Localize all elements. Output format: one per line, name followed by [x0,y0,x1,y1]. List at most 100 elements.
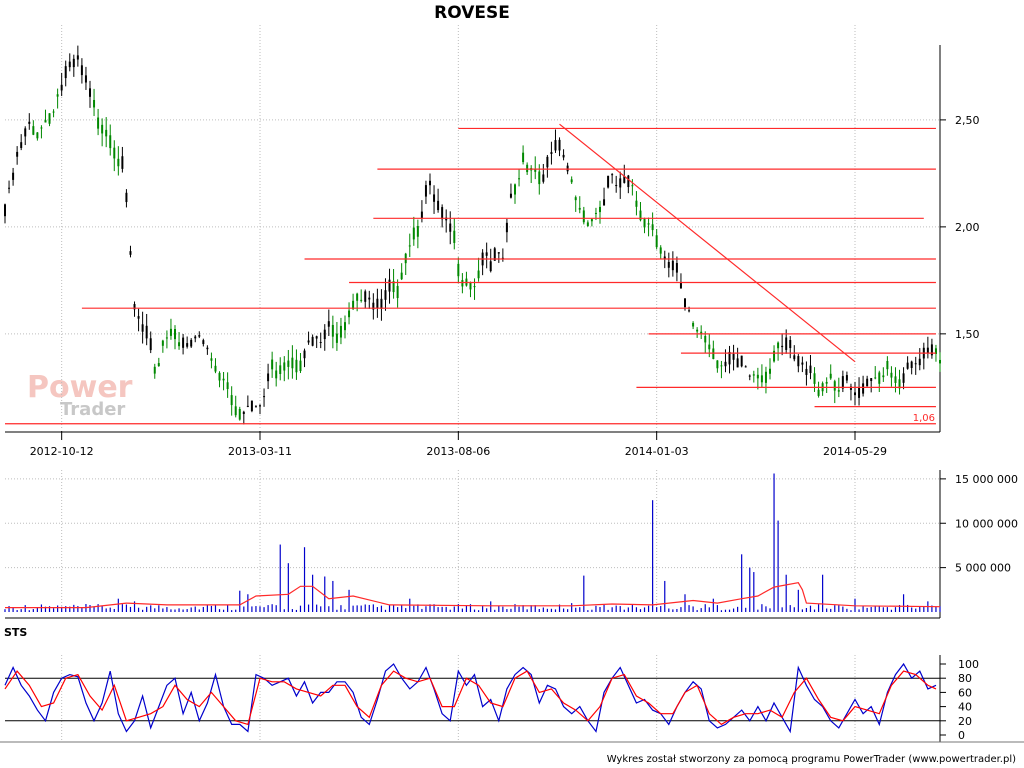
price-candle-body [226,382,229,390]
price-candle-body [631,185,634,187]
price-candle-body [732,353,735,360]
price-candle-body [797,356,800,367]
price-candle-body [643,218,646,228]
price-candle-body [886,360,889,370]
price-candle-body [72,58,75,68]
price-candle-body [348,310,351,318]
volume-y-tick-label: 15 000 000 [955,473,1018,486]
price-candle-body [554,140,557,151]
price-candle-body [384,290,387,300]
price-candle-body [526,164,529,173]
price-candle-body [376,298,379,309]
price-candle-body [287,360,290,367]
price-candle-body [635,200,638,207]
price-candle-body [688,310,691,312]
price-candle-body [165,337,168,339]
price-candle-body [825,381,828,384]
price-candle-body [32,126,35,135]
price-candle-body [914,363,917,365]
price-candle-body [68,61,71,68]
price-candle-body [890,372,893,378]
price-candle-body [457,263,460,277]
price-candle-body [461,280,464,287]
price-candle-body [627,175,630,188]
price-candle-body [542,174,545,182]
price-candle-body [360,299,363,301]
price-candle-body [760,375,763,383]
price-candle-body [522,152,525,163]
x-tick-label: 2013-03-11 [228,445,292,458]
price-candle-body [756,374,759,379]
price-candle-body [291,357,294,369]
price-candle-body [538,171,541,185]
price-candle-body [744,366,747,368]
price-candle-body [845,375,848,381]
price-candle-body [230,395,233,406]
price-candle-body [939,359,941,364]
price-candle-body [412,227,415,240]
price-candle-body [420,211,423,218]
price-candle-body [408,245,411,247]
price-candle-body [829,373,832,379]
price-candle-body [242,411,245,415]
price-candle-body [190,339,193,347]
price-candle-body [303,350,306,359]
price-candle-body [724,361,727,367]
price-candle-body [400,272,403,280]
price-candle-body [157,363,160,367]
price-candle-body [259,405,261,407]
price-candle-body [388,279,391,292]
sts-y-tick-label: 60 [958,686,972,699]
price-candle-body [809,365,812,374]
price-candle-body [708,344,711,350]
price-candle-body [93,99,96,108]
price-candle-body [4,204,6,217]
price-candle-body [210,358,213,361]
price-candle-body [109,135,112,149]
x-tick-label: 2012-10-12 [30,445,94,458]
price-candle-body [295,359,298,373]
sts-y-tick-label: 20 [958,715,972,728]
price-candle-body [182,337,185,348]
price-candle-body [319,342,322,344]
price-candle-body [12,172,15,180]
price-candle-body [433,194,436,202]
price-candle-body [736,358,739,368]
chart-title: ROVESE [434,3,510,23]
price-candle-body [866,378,869,387]
price-candle-body [813,373,816,384]
price-candle-body [902,373,905,383]
price-candle-body [675,263,678,273]
price-candle-body [218,372,221,381]
sts-y-tick-label: 40 [958,701,972,714]
price-candle-body [854,392,856,396]
price-candle-body [582,210,585,223]
price-candle-body [117,158,120,167]
price-candle-body [323,329,326,340]
price-candle-body [356,293,359,301]
price-candle-body [315,336,318,339]
price-candle-body [44,120,47,123]
price-candle-body [497,252,500,254]
price-candle-body [113,147,116,159]
price-candle-body [368,297,371,300]
price-candle-body [858,387,861,398]
price-candle-body [805,368,808,375]
price-candle-body [712,348,715,359]
price-candle-body [655,235,658,248]
price-candle-body [206,347,209,350]
price-candle-body [546,156,549,168]
sts-y-tick-label: 0 [958,729,965,742]
price-candle-body [473,286,476,288]
price-candle-body [48,113,51,124]
y-tick-label: 2,00 [955,221,980,234]
y-tick-label: 1,50 [955,328,980,341]
price-candle-body [145,325,148,339]
last-value-label: 1,06 [913,413,935,424]
price-candle-body [485,252,488,256]
price-candle-body [238,408,241,420]
price-candle-body [234,406,237,416]
price-candle-body [594,212,597,214]
price-candle-body [607,175,610,188]
price-candle-body [97,117,100,129]
